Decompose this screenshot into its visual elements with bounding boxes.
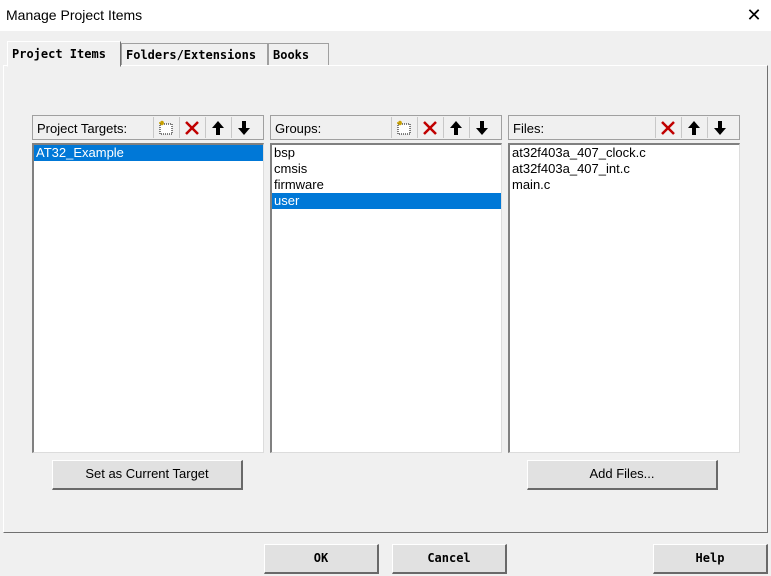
new-item-icon	[397, 120, 411, 134]
arrow-down-icon	[476, 120, 488, 135]
add-files-button[interactable]: Add Files...	[527, 460, 718, 490]
close-icon: ✕	[746, 5, 762, 25]
title-bar: Manage Project Items ✕	[0, 0, 771, 31]
move-down-file-button[interactable]	[707, 117, 732, 138]
delete-group-button[interactable]	[417, 117, 442, 138]
list-item[interactable]: at32f403a_407_int.c	[510, 161, 739, 177]
tab-books[interactable]: Books	[268, 43, 329, 65]
arrow-up-icon	[450, 120, 462, 135]
cancel-button[interactable]: Cancel	[392, 544, 507, 574]
tab-folders-extensions[interactable]: Folders/Extensions	[121, 43, 268, 65]
delete-target-button[interactable]	[179, 117, 204, 138]
new-item-icon	[159, 120, 173, 134]
groups-label: Groups:	[275, 121, 322, 136]
move-up-target-button[interactable]	[205, 117, 230, 138]
delete-file-button[interactable]	[655, 117, 680, 138]
files-list[interactable]: at32f403a_407_clock.c at32f403a_407_int.…	[508, 143, 740, 453]
move-down-target-button[interactable]	[231, 117, 256, 138]
set-current-target-button[interactable]: Set as Current Target	[52, 460, 243, 490]
files-label: Files:	[513, 121, 545, 136]
arrow-down-icon	[238, 120, 250, 135]
list-item[interactable]: user	[272, 193, 501, 209]
targets-list[interactable]: AT32_Example	[32, 143, 264, 453]
arrow-up-icon	[688, 120, 700, 135]
list-item[interactable]: main.c	[510, 177, 739, 193]
targets-label: Project Targets:	[37, 121, 128, 136]
groups-list[interactable]: bsp cmsis firmware user	[270, 143, 502, 453]
delete-icon	[185, 120, 199, 135]
list-item[interactable]: firmware	[272, 177, 501, 193]
targets-header: Project Targets:	[32, 115, 264, 140]
ok-button[interactable]: OK	[264, 544, 379, 574]
move-up-file-button[interactable]	[681, 117, 706, 138]
tab-project-items[interactable]: Project Items	[7, 41, 121, 67]
files-header: Files:	[508, 115, 740, 140]
arrow-down-icon	[714, 120, 726, 135]
window-title: Manage Project Items	[6, 7, 143, 23]
delete-icon	[423, 120, 437, 135]
list-item[interactable]: bsp	[272, 145, 501, 161]
close-button[interactable]: ✕	[737, 0, 771, 31]
new-target-button[interactable]	[153, 117, 178, 138]
move-up-group-button[interactable]	[443, 117, 468, 138]
groups-header: Groups:	[270, 115, 502, 140]
list-item[interactable]: AT32_Example	[34, 145, 263, 161]
move-down-group-button[interactable]	[469, 117, 494, 138]
list-item[interactable]: cmsis	[272, 161, 501, 177]
list-item[interactable]: at32f403a_407_clock.c	[510, 145, 739, 161]
help-button[interactable]: Help	[653, 544, 768, 574]
new-group-button[interactable]	[391, 117, 416, 138]
arrow-up-icon	[212, 120, 224, 135]
delete-icon	[661, 120, 675, 135]
